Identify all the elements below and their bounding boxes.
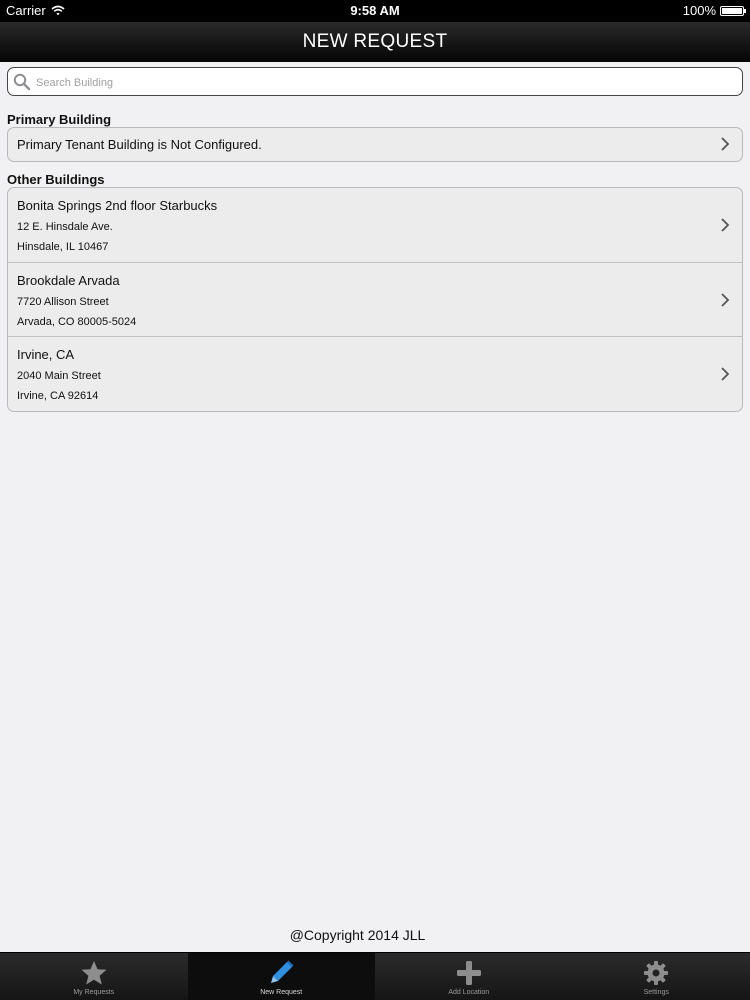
other-section-title: Other Buildings	[7, 172, 105, 187]
primary-building-card: Primary Tenant Building is Not Configure…	[7, 127, 743, 162]
tab-my-requests[interactable]: My Requests	[0, 953, 188, 1000]
tab-label: Settings	[643, 989, 669, 996]
battery-percent: 100%	[682, 3, 716, 18]
building-name: Brookdale Arvada	[17, 273, 120, 288]
building-address-line1: 12 E. Hinsdale Ave.	[17, 221, 113, 233]
building-name: Bonita Springs 2nd floor Starbucks	[17, 198, 218, 213]
status-time: 9:58 AM	[350, 3, 400, 18]
tab-bar: My Requests New Request Add Location Set…	[0, 952, 750, 1000]
primary-building-row[interactable]: Primary Tenant Building is Not Configure…	[8, 128, 742, 161]
gear-icon	[644, 961, 669, 985]
star-icon	[81, 961, 107, 985]
plus-icon	[456, 961, 481, 985]
tab-label: Add Location	[448, 989, 490, 996]
copyright-text: @Copyright 2014 JLL	[289, 927, 426, 943]
building-address-line2: Irvine, CA 92614	[17, 390, 99, 402]
tab-label: New Request	[260, 989, 303, 996]
battery-info: 100%	[682, 3, 746, 18]
tab-label: My Requests	[73, 989, 115, 996]
chevron-right-icon	[721, 367, 730, 381]
pencil-icon	[271, 960, 294, 983]
battery-icon	[720, 5, 746, 16]
chevron-right-icon	[721, 137, 730, 151]
building-address-line2: Hinsdale, IL 10467	[17, 241, 109, 253]
tab-add-location[interactable]: Add Location	[375, 953, 563, 1000]
tab-new-request[interactable]: New Request	[187, 953, 375, 1000]
building-row[interactable]: Irvine, CA 2040 Main Street Irvine, CA 9…	[8, 336, 742, 410]
building-address-line1: 7720 Allison Street	[17, 296, 109, 308]
search-bar[interactable]	[7, 67, 743, 96]
nav-bar: NEW REQUEST	[0, 22, 750, 62]
chevron-right-icon	[721, 218, 730, 232]
primary-section-title: Primary Building	[7, 112, 112, 127]
building-row[interactable]: Brookdale Arvada 7720 Allison Street Arv…	[8, 262, 742, 336]
status-bar: Carrier 9:58 AM 100%	[0, 0, 750, 22]
search-icon	[13, 73, 31, 91]
building-address-line1: 2040 Main Street	[17, 370, 101, 382]
primary-building-message: Primary Tenant Building is Not Configure…	[17, 137, 262, 152]
tab-settings[interactable]: Settings	[563, 953, 750, 1000]
search-input[interactable]	[34, 70, 738, 95]
page-title: NEW REQUEST	[302, 31, 448, 52]
building-row[interactable]: Bonita Springs 2nd floor Starbucks 12 E.…	[8, 188, 742, 262]
other-buildings-list: Bonita Springs 2nd floor Starbucks 12 E.…	[7, 187, 743, 412]
chevron-right-icon	[721, 293, 730, 307]
building-name: Irvine, CA	[17, 347, 75, 362]
building-address-line2: Arvada, CO 80005-5024	[17, 316, 137, 328]
